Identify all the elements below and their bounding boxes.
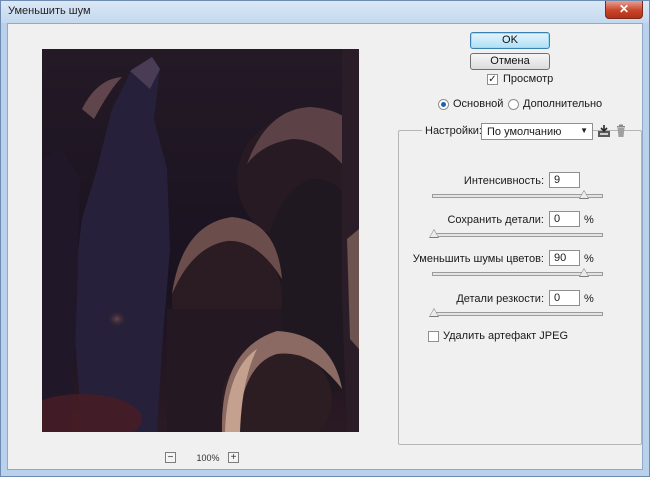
zoom-in-button[interactable]: + — [228, 452, 239, 463]
preserve-details-slider[interactable] — [429, 229, 603, 238]
preview-image[interactable] — [42, 49, 359, 432]
chevron-down-icon: ▼ — [580, 126, 588, 135]
zoom-level: 100% — [196, 453, 220, 463]
preserve-details-unit: % — [584, 214, 594, 226]
basic-mode-radio[interactable] — [438, 99, 449, 110]
sharpen-details-unit: % — [584, 293, 594, 305]
reduce-color-noise-unit: % — [584, 253, 594, 265]
sharpen-details-input[interactable]: 0 — [549, 290, 580, 306]
settings-preset-select[interactable]: По умолчанию ▼ — [481, 123, 593, 140]
preserve-details-label: Сохранить детали: — [447, 214, 544, 226]
basic-mode-label: Основной — [453, 98, 504, 110]
preserve-details-slider-thumb[interactable] — [429, 229, 439, 238]
advanced-mode-label: Дополнительно — [523, 98, 603, 110]
remove-jpeg-artifact-checkbox[interactable] — [428, 331, 439, 342]
cancel-button[interactable]: Отмена — [470, 53, 550, 70]
preview-checkbox[interactable]: ✓ — [487, 74, 498, 85]
title-bar[interactable]: Уменьшить шум ✕ — [1, 1, 649, 23]
dialog-body: − 100% + OK Отмена ✓ Просмотр Основной Д… — [7, 23, 643, 470]
remove-jpeg-artifact-label: Удалить артефакт JPEG — [443, 330, 569, 342]
settings-label: Настройки: — [422, 125, 485, 137]
strength-slider[interactable] — [432, 190, 603, 199]
sharpen-details-slider[interactable] — [429, 308, 603, 317]
reduce-color-noise-label: Уменьшить шумы цветов: — [412, 253, 544, 265]
zoom-out-button[interactable]: − — [165, 452, 176, 463]
strength-slider-thumb[interactable] — [579, 190, 590, 199]
preserve-details-input[interactable]: 0 — [549, 211, 580, 227]
sharpen-details-slider-thumb[interactable] — [429, 308, 439, 317]
strength-label: Интенсивность: — [463, 175, 544, 187]
settings-preset-value: По умолчанию — [487, 126, 562, 138]
save-preset-icon[interactable] — [597, 124, 611, 138]
reduce-color-noise-slider-thumb[interactable] — [579, 268, 590, 277]
advanced-mode-radio[interactable] — [508, 99, 519, 110]
window-title: Уменьшить шум — [8, 5, 91, 17]
reduce-color-noise-input[interactable]: 90 — [549, 250, 580, 266]
close-button[interactable]: ✕ — [605, 1, 643, 19]
strength-input[interactable]: 9 — [549, 172, 580, 188]
ok-button[interactable]: OK — [470, 32, 550, 49]
sharpen-details-label: Детали резкости: — [456, 293, 544, 305]
trash-icon[interactable] — [614, 124, 628, 138]
reduce-color-noise-slider[interactable] — [432, 268, 603, 277]
dialog-window: Уменьшить шум ✕ − 100% + OK Отмена ✓ Про… — [0, 0, 650, 477]
preview-checkbox-label: Просмотр — [503, 73, 554, 85]
